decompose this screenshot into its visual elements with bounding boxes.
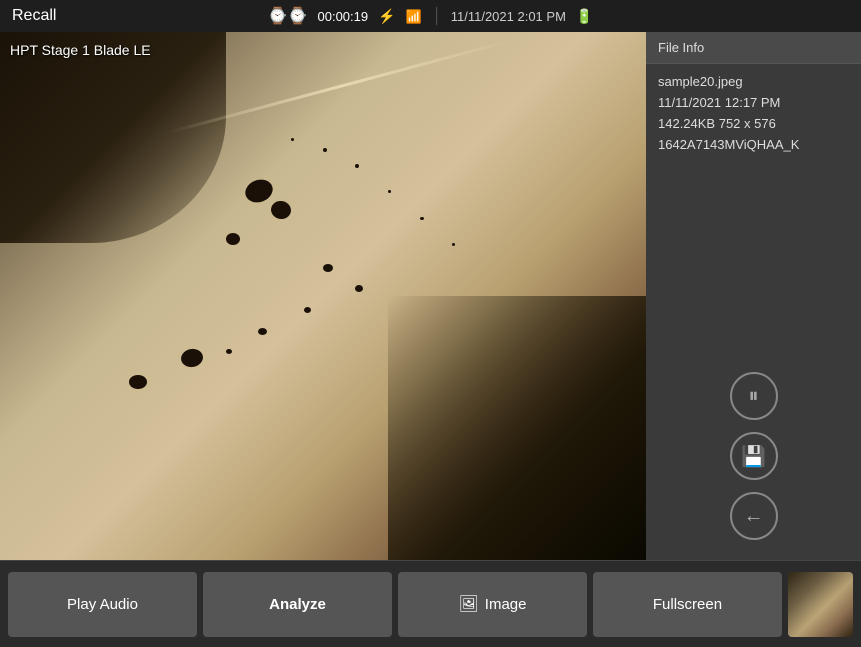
back-button[interactable]: ← bbox=[730, 492, 778, 540]
bottom-bar: Play Audio Analyze 🖼 Image Fullscreen bbox=[0, 560, 861, 647]
divider bbox=[436, 7, 437, 25]
timer-display: 00:00:19 bbox=[318, 9, 369, 24]
analyze-button[interactable]: Analyze bbox=[203, 572, 392, 637]
fullscreen-label: Fullscreen bbox=[653, 596, 722, 613]
image-label: HPT Stage 1 Blade LE bbox=[10, 42, 151, 58]
file-info-header: File Info bbox=[646, 32, 861, 64]
spot-6 bbox=[304, 307, 311, 313]
bluetooth-icon bbox=[378, 8, 395, 25]
shadow-bottom-right bbox=[388, 296, 646, 560]
image-icon: 🖼 bbox=[458, 594, 478, 614]
file-datetime: 11/11/2021 12:17 PM bbox=[658, 95, 849, 110]
spot-8 bbox=[226, 349, 232, 354]
main-content: HPT Stage 1 Blade LE bbox=[0, 32, 861, 560]
file-size-dims: 142.24KB 752 x 576 bbox=[658, 116, 849, 131]
file-hash: 1642A7143MViQHAA_K bbox=[658, 137, 849, 152]
pause-button[interactable]: ⏸ bbox=[730, 372, 778, 420]
battery-icon bbox=[576, 8, 593, 25]
app-title: Recall bbox=[12, 7, 56, 25]
save-icon: 💾 bbox=[741, 444, 766, 469]
image-button[interactable]: 🖼 Image bbox=[398, 572, 587, 637]
save-button[interactable]: 💾 bbox=[730, 432, 778, 480]
datetime-display: 11/11/2021 2:01 PM bbox=[451, 9, 566, 24]
spot-3 bbox=[226, 233, 240, 245]
filename: sample20.jpeg bbox=[658, 74, 849, 89]
thumbnail-button[interactable] bbox=[788, 572, 853, 637]
pit-5 bbox=[291, 138, 294, 141]
right-controls: ⏸ 💾 ← bbox=[646, 162, 861, 560]
back-icon: ← bbox=[744, 505, 764, 528]
analyze-label: Analyze bbox=[269, 596, 326, 613]
fullscreen-button[interactable]: Fullscreen bbox=[593, 572, 782, 637]
play-audio-button[interactable]: Play Audio bbox=[8, 572, 197, 637]
titlebar-center: ⌚ 00:00:19 11/11/2021 2:01 PM bbox=[268, 6, 594, 26]
titlebar: Recall ⌚ 00:00:19 11/11/2021 2:01 PM bbox=[0, 0, 861, 32]
file-info-content: sample20.jpeg 11/11/2021 12:17 PM 142.24… bbox=[646, 64, 861, 162]
blade-image bbox=[0, 32, 646, 560]
image-label-btn: Image bbox=[485, 596, 527, 613]
spot-7 bbox=[258, 328, 267, 335]
info-panel: File Info sample20.jpeg 11/11/2021 12:17… bbox=[646, 32, 861, 560]
image-panel: HPT Stage 1 Blade LE bbox=[0, 32, 646, 560]
sync-icon: ⌚ bbox=[268, 6, 308, 26]
pause-icon: ⏸ bbox=[749, 385, 759, 408]
play-audio-label: Play Audio bbox=[67, 596, 138, 613]
pit-3 bbox=[420, 217, 424, 220]
wifi-icon bbox=[406, 8, 422, 25]
thumbnail-image bbox=[788, 572, 853, 637]
